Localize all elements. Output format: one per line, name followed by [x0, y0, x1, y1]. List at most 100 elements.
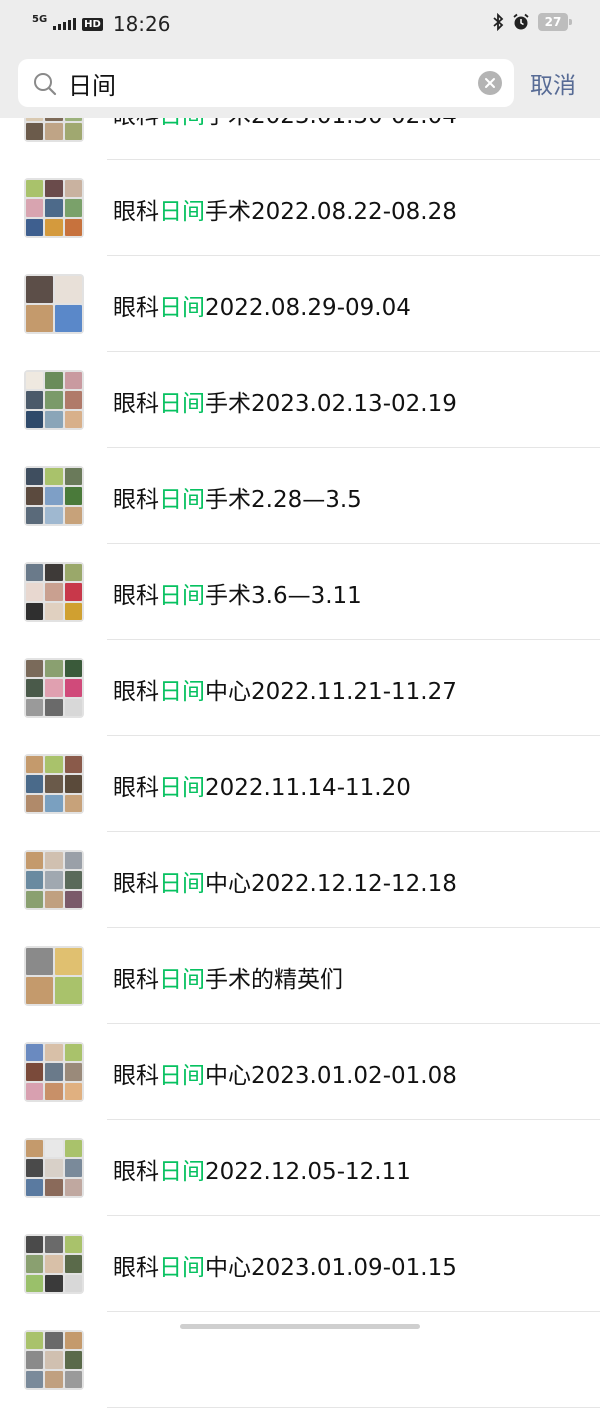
- avatar-tile: [64, 1140, 82, 1158]
- status-bar: 5G HD 18:26 27: [0, 0, 600, 46]
- avatar-tile: [45, 602, 63, 620]
- home-indicator[interactable]: [180, 1324, 420, 1329]
- avatar-tile: [26, 1370, 44, 1388]
- network-type: 5G: [32, 14, 48, 25]
- avatar-tile: [45, 506, 63, 524]
- chat-name: 眼科日间手术2.28—3.5: [113, 480, 362, 514]
- avatar-tile: [45, 199, 63, 217]
- avatar-tile: [45, 487, 63, 505]
- avatar-tile: [64, 1044, 82, 1062]
- chat-name-suffix: 中心2023.01.09-01.15: [205, 1255, 457, 1281]
- avatar-tile: [64, 794, 82, 812]
- bluetooth-icon: [493, 13, 504, 31]
- cancel-button[interactable]: 取消: [530, 66, 576, 100]
- avatar-tile: [26, 199, 44, 217]
- avatar-tile: [26, 305, 53, 332]
- avatar-tile: [45, 410, 63, 428]
- avatar-tile: [45, 372, 63, 390]
- group-avatar: [24, 370, 84, 430]
- avatar-tile: [64, 1255, 82, 1273]
- chat-name-suffix: 手术2.28—3.5: [205, 487, 362, 513]
- avatar-tile: [26, 1236, 44, 1254]
- avatar-tile: [26, 1332, 44, 1350]
- status-left: 5G HD 18:26: [32, 12, 170, 36]
- group-avatar: [24, 1138, 84, 1198]
- close-icon: [485, 78, 495, 88]
- list-item[interactable]: 眼科日间手术2023.02.13-02.19: [0, 352, 600, 448]
- avatar-tile: [26, 1351, 44, 1369]
- search-match-highlight: 日间: [159, 199, 205, 225]
- avatar-tile: [55, 948, 82, 975]
- avatar-tile: [26, 218, 44, 236]
- avatar-tile: [64, 1236, 82, 1254]
- group-avatar: [24, 850, 84, 910]
- avatar-tile: [64, 871, 82, 889]
- search-match-highlight: 日间: [159, 487, 205, 513]
- avatar-tile: [26, 756, 44, 774]
- chat-name: 眼科日间中心2023.01.02-01.08: [113, 1056, 457, 1090]
- search-box[interactable]: [18, 59, 514, 107]
- chat-name-prefix: 眼科: [113, 199, 159, 225]
- avatar-tile: [26, 1063, 44, 1081]
- avatar-tile: [26, 372, 44, 390]
- avatar-tile: [26, 660, 44, 678]
- list-item[interactable]: 眼科日间手术3.6—3.11: [0, 544, 600, 640]
- search-match-highlight: 日间: [159, 679, 205, 705]
- search-match-highlight: 日间: [159, 1063, 205, 1089]
- avatar-tile: [45, 1140, 63, 1158]
- search-match-highlight: 日间: [159, 967, 205, 993]
- avatar-tile: [64, 410, 82, 428]
- group-avatar: [24, 754, 84, 814]
- avatar-tile: [26, 1082, 44, 1100]
- list-item[interactable]: 眼科日间中心2023.01.02-01.08: [0, 1024, 600, 1120]
- list-item[interactable]: 眼科日间2022.11.14-11.20: [0, 736, 600, 832]
- avatar-tile: [55, 276, 82, 303]
- avatar-tile: [45, 1370, 63, 1388]
- list-item[interactable]: 眼科日间2022.08.29-09.04: [0, 256, 600, 352]
- chat-name-prefix: 眼科: [113, 967, 159, 993]
- avatar-tile: [64, 122, 82, 140]
- chat-name: 眼科日间2022.11.14-11.20: [113, 768, 411, 802]
- avatar-tile: [45, 1255, 63, 1273]
- avatar-tile: [26, 1159, 44, 1177]
- avatar-tile: [45, 583, 63, 601]
- chat-name-prefix: 眼科: [113, 1063, 159, 1089]
- list-item[interactable]: 眼科日间中心2023.01.09-01.15: [0, 1216, 600, 1312]
- avatar-tile: [26, 122, 44, 140]
- avatar-tile: [64, 775, 82, 793]
- chat-name-prefix: 眼科: [113, 1255, 159, 1281]
- avatar-tile: [64, 1178, 82, 1196]
- search-match-highlight: 日间: [159, 583, 205, 609]
- avatar-tile: [26, 775, 44, 793]
- chat-name-prefix: 眼科: [113, 679, 159, 705]
- list-item[interactable]: 眼科日间手术的精英们: [0, 928, 600, 1024]
- chat-name: 眼科日间手术的精英们: [113, 960, 343, 994]
- avatar-tile: [45, 679, 63, 697]
- avatar-tile: [45, 756, 63, 774]
- clear-search-button[interactable]: [478, 71, 502, 95]
- avatar-tile: [26, 564, 44, 582]
- status-right: 27: [492, 13, 572, 31]
- chat-name-suffix: 手术2023.02.13-02.19: [205, 391, 457, 417]
- avatar-tile: [64, 564, 82, 582]
- search-icon: [34, 73, 57, 96]
- search-match-highlight: 日间: [159, 871, 205, 897]
- avatar-tile: [45, 1063, 63, 1081]
- avatar-tile: [45, 391, 63, 409]
- list-item[interactable]: 眼科日间手术2.28—3.5: [0, 448, 600, 544]
- search-match-highlight: 日间: [159, 295, 205, 321]
- group-avatar: [24, 178, 84, 238]
- chat-name-prefix: 眼科: [113, 295, 159, 321]
- chat-name: 眼科日间手术3.6—3.11: [113, 576, 362, 610]
- chat-name-prefix: 眼科: [113, 487, 159, 513]
- avatar-tile: [64, 583, 82, 601]
- list-item[interactable]: 眼科日间手术2022.08.22-08.28: [0, 160, 600, 256]
- avatar-tile: [64, 1159, 82, 1177]
- list-item[interactable]: 眼科日间中心2022.12.12-12.18: [0, 832, 600, 928]
- group-avatar: [24, 466, 84, 526]
- search-input[interactable]: [68, 67, 468, 99]
- chat-name-suffix: 手术的精英们: [205, 967, 343, 993]
- list-item[interactable]: 眼科日间2022.12.05-12.11: [0, 1120, 600, 1216]
- list-item[interactable]: 眼科日间中心2022.11.21-11.27: [0, 640, 600, 736]
- avatar-tile: [45, 660, 63, 678]
